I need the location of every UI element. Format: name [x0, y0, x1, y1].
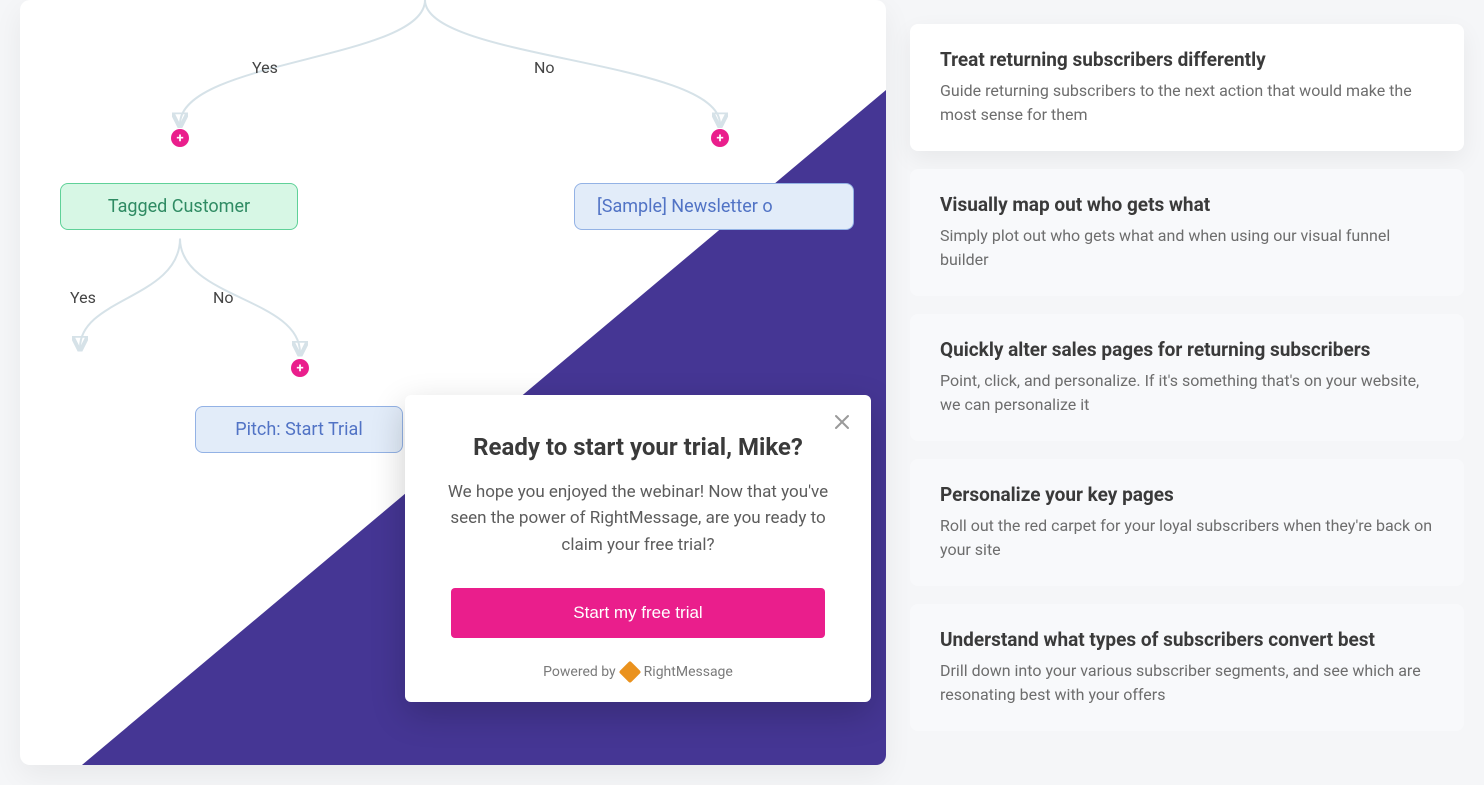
feature-desc: Drill down into your various subscriber …: [940, 659, 1434, 707]
close-icon[interactable]: [831, 411, 853, 433]
add-node-icon[interactable]: +: [171, 129, 189, 147]
powered-by-prefix: Powered by: [543, 664, 616, 680]
feature-card-sales-pages[interactable]: Quickly alter sales pages for returning …: [910, 314, 1464, 441]
flow-node-tagged-customer[interactable]: Tagged Customer: [60, 183, 298, 230]
add-node-icon[interactable]: +: [711, 129, 729, 147]
feature-card-key-pages[interactable]: Personalize your key pages Roll out the …: [910, 459, 1464, 586]
flow-node-label: [Sample] Newsletter o: [597, 196, 773, 217]
modal-heading: Ready to start your trial, Mike?: [437, 433, 839, 461]
feature-title: Personalize your key pages: [940, 483, 1434, 506]
feature-desc: Guide returning subscribers to the next …: [940, 79, 1434, 127]
branch-label-no: No: [534, 58, 555, 77]
flow-node-label: Tagged Customer: [108, 196, 250, 217]
feature-desc: Roll out the red carpet for your loyal s…: [940, 514, 1434, 562]
modal-body: We hope you enjoyed the webinar! Now tha…: [437, 479, 839, 558]
branch-label-no-2: No: [213, 288, 234, 307]
visual-builder-panel: Yes No Yes No + + + Tagged Customer [Sam…: [20, 0, 886, 765]
feature-title: Treat returning subscribers differently: [940, 48, 1434, 71]
flow-node-pitch-start-trial[interactable]: Pitch: Start Trial: [195, 406, 403, 453]
feature-card-convert-best[interactable]: Understand what types of subscribers con…: [910, 604, 1464, 731]
feature-desc: Simply plot out who gets what and when u…: [940, 224, 1434, 272]
feature-card-visual-map[interactable]: Visually map out who gets what Simply pl…: [910, 169, 1464, 296]
feature-desc: Point, click, and personalize. If it's s…: [940, 369, 1434, 417]
start-trial-button[interactable]: Start my free trial: [451, 588, 825, 638]
feature-title: Quickly alter sales pages for returning …: [940, 338, 1434, 361]
branch-label-yes-2: Yes: [70, 288, 96, 307]
branch-label-yes: Yes: [252, 58, 278, 77]
powered-by: Powered by RightMessage: [437, 664, 839, 680]
feature-title: Visually map out who gets what: [940, 193, 1434, 216]
flow-node-label: Pitch: Start Trial: [235, 419, 362, 440]
feature-title: Understand what types of subscribers con…: [940, 628, 1434, 651]
add-node-icon[interactable]: +: [291, 359, 309, 377]
feature-card-returning-subscribers[interactable]: Treat returning subscribers differently …: [910, 24, 1464, 151]
feature-list: Treat returning subscribers differently …: [910, 0, 1464, 765]
rightmessage-logo-icon: [618, 661, 641, 684]
flow-node-sample-newsletter[interactable]: [Sample] Newsletter o: [574, 183, 854, 230]
trial-modal: Ready to start your trial, Mike? We hope…: [405, 395, 871, 702]
powered-by-brand: RightMessage: [644, 664, 733, 680]
